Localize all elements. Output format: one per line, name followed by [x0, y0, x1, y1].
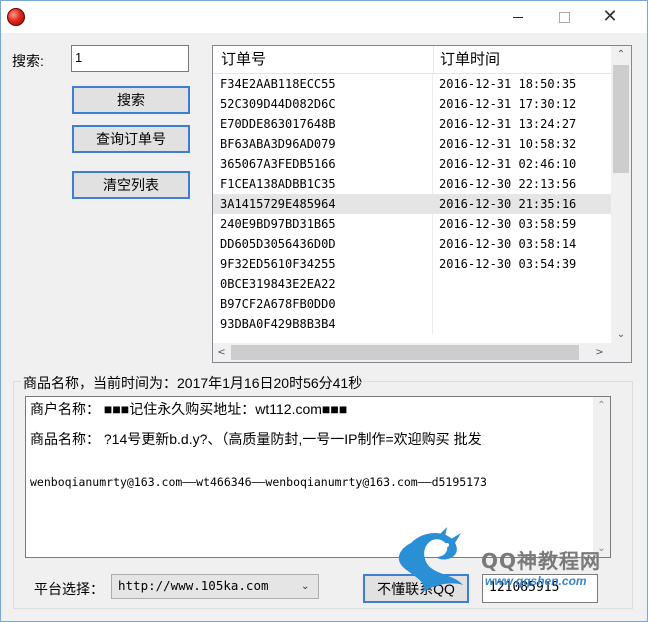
order-time-cell: 2016-12-30 03:58:59 — [439, 217, 577, 231]
horizontal-scroll-thumb[interactable] — [231, 345, 579, 360]
table-row[interactable]: 365067A3FEDB5166 2016-12-31 02:46:10 — [213, 154, 611, 174]
order-id-cell: 365067A3FEDB5166 — [220, 157, 336, 171]
order-list-rows: F34E2AAB118ECC55 2016-12-31 18:50:35 52C30… — [213, 74, 611, 334]
product-info-textarea[interactable]: 商户名称： ■■■记住永久购买地址：wt112.com■■■ 商品名称： ?14… — [25, 396, 611, 558]
main-window: ✕ 搜索: 1 搜索 查询订单号 清空列表 订单号 订单时间 F34E2AAB1… — [0, 0, 648, 622]
table-row[interactable]: 52C309D44D082D6C 2016-12-31 17:30:12 — [213, 94, 611, 114]
search-label: 搜索: — [12, 53, 44, 69]
order-time-cell — [439, 294, 609, 314]
product-group-title: 商品名称，当前时间为：2017年1月16日20时56分41秒 — [21, 373, 365, 393]
contact-qq-button[interactable]: 不懂联系QQ — [363, 574, 469, 603]
horizontal-scrollbar[interactable]: < > — [213, 343, 611, 362]
order-time-cell: 2016-12-31 10:58:32 — [439, 137, 577, 151]
table-row[interactable]: 9F32ED5610F34255 2016-12-30 03:54:39 — [213, 254, 611, 274]
account-line: wenboqianumrty@163.com——wt466346——wenboq… — [30, 475, 487, 489]
platform-select[interactable]: http://www.105ka.com — [111, 574, 319, 599]
order-id-cell: 240E9BD97BD31B65 — [220, 217, 336, 231]
scroll-right-icon[interactable]: > — [591, 343, 608, 362]
column-header-order-id[interactable]: 订单号 — [213, 46, 434, 73]
scrollbar-corner — [611, 343, 631, 362]
order-id-cell: E70DDE863017648B — [220, 117, 336, 131]
order-time-cell: 2016-12-31 13:24:27 — [439, 117, 577, 131]
textarea-scroll-up-icon[interactable]: ⌃ — [593, 397, 610, 414]
table-row[interactable]: 93DBA0F429B8B3B4 — [213, 314, 611, 334]
textarea-scrollbar[interactable]: ⌃ ⌄ — [593, 397, 610, 557]
merchant-line: 商户名称： ■■■记住永久购买地址：wt112.com■■■ — [30, 401, 348, 417]
order-time-cell: 2016-12-30 03:54:39 — [439, 257, 577, 271]
order-id-cell: DD605D3056436D0D — [220, 237, 336, 251]
scroll-up-icon[interactable]: ⌃ — [611, 46, 631, 63]
title-bar: ✕ — [1, 1, 647, 33]
order-id-cell: F1CEA138ADBB1C35 — [220, 177, 336, 191]
scroll-thumb[interactable] — [613, 65, 629, 173]
order-id-cell: 0BCE319843E2EA22 — [220, 277, 336, 291]
order-list[interactable]: 订单号 订单时间 F34E2AAB118ECC55 2016-12-31 18:5… — [212, 45, 632, 363]
order-id-cell: 52C309D44D082D6C — [220, 97, 336, 111]
minimize-button[interactable] — [495, 1, 541, 33]
table-row[interactable]: DD605D3056436D0D 2016-12-30 03:58:14 — [213, 234, 611, 254]
search-button[interactable]: 搜索 — [72, 86, 190, 114]
platform-label: 平台选择： — [34, 581, 104, 597]
maximize-icon — [558, 11, 570, 23]
table-row[interactable]: B97CF2A678FB0DD0 — [213, 294, 611, 314]
order-time-cell: 2016-12-30 22:13:56 — [439, 177, 577, 191]
table-row[interactable]: 3A1415729E485964 2016-12-30 21:35:16 — [213, 194, 611, 214]
column-header-order-time[interactable]: 订单时间 — [432, 46, 610, 73]
search-input[interactable]: 1 — [71, 45, 189, 72]
order-id-cell: BF63ABA3D96AD079 — [220, 137, 336, 151]
order-id-cell: B97CF2A678FB0DD0 — [220, 297, 336, 311]
order-time-cell: 2016-12-30 03:58:14 — [439, 237, 577, 251]
order-id-cell: F34E2AAB118ECC55 — [220, 77, 336, 91]
order-id-cell: 9F32ED5610F34255 — [220, 257, 336, 271]
textarea-scroll-down-icon[interactable]: ⌄ — [593, 540, 610, 557]
order-time-cell: 2016-12-30 21:35:16 — [439, 197, 577, 211]
order-time-cell: 2016-12-31 17:30:12 — [439, 97, 577, 111]
table-row[interactable]: F1CEA138ADBB1C35 2016-12-30 22:13:56 — [213, 174, 611, 194]
chevron-down-icon[interactable]: ⌄ — [301, 581, 309, 592]
order-time-cell — [439, 274, 609, 294]
table-row[interactable]: F34E2AAB118ECC55 2016-12-31 18:50:35 — [213, 74, 611, 94]
scroll-down-icon[interactable]: ⌄ — [611, 326, 631, 343]
close-button[interactable]: ✕ — [587, 1, 633, 33]
order-id-cell: 93DBA0F429B8B3B4 — [220, 317, 336, 331]
minimize-icon — [513, 16, 523, 18]
table-row[interactable]: 240E9BD97BD31B65 2016-12-30 03:58:59 — [213, 214, 611, 234]
close-icon: ✕ — [602, 6, 618, 27]
query-order-button[interactable]: 查询订单号 — [72, 125, 190, 153]
product-line: 商品名称： ?14号更新b.d.y?、（高质量防封,一号一IP制作=欢迎购买 批… — [30, 431, 482, 447]
table-row[interactable]: BF63ABA3D96AD079 2016-12-31 10:58:32 — [213, 134, 611, 154]
table-row[interactable]: E70DDE863017648B 2016-12-31 13:24:27 — [213, 114, 611, 134]
app-icon — [7, 8, 25, 26]
order-time-cell: 2016-12-31 02:46:10 — [439, 157, 577, 171]
vertical-scrollbar[interactable]: ⌃ ⌄ — [611, 46, 631, 343]
qq-number-field[interactable]: 121085915 — [482, 574, 598, 603]
maximize-button[interactable] — [541, 1, 587, 33]
scroll-left-icon[interactable]: < — [213, 343, 230, 362]
table-row[interactable]: 0BCE319843E2EA22 — [213, 274, 611, 294]
order-id-cell: 3A1415729E485964 — [220, 197, 336, 211]
order-time-cell: 2016-12-31 18:50:35 — [439, 77, 577, 91]
order-time-cell — [439, 314, 609, 334]
order-list-header: 订单号 订单时间 — [213, 46, 611, 74]
clear-list-button[interactable]: 清空列表 — [72, 171, 190, 199]
